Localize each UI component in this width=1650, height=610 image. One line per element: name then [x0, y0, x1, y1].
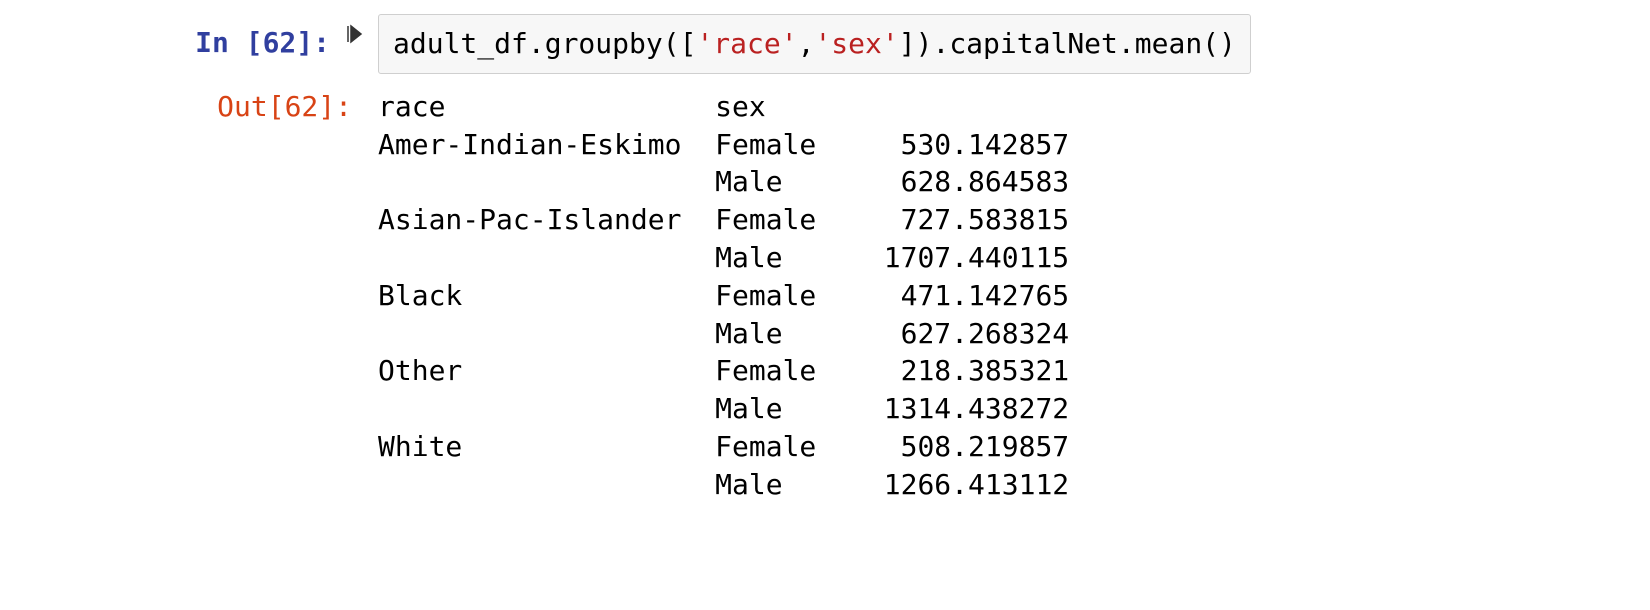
output-cell: Out[62]: race sex Amer-Indian-Eskimo Fem…	[0, 86, 1650, 504]
code-comma: ,	[798, 27, 815, 60]
output-prompt: Out[62]:	[0, 86, 370, 126]
code-seg-1: adult_df.groupby([	[393, 27, 696, 60]
code-string-1: 'race'	[696, 27, 797, 60]
code-seg-2: ]).capitalNet.mean()	[899, 27, 1236, 60]
input-cell: In [62]: adult_df.groupby(['race','sex']…	[0, 14, 1650, 74]
run-icon	[345, 24, 365, 44]
code-input[interactable]: adult_df.groupby(['race','sex']).capital…	[378, 14, 1251, 74]
output-text: race sex Amer-Indian-Eskimo Female 530.1…	[378, 86, 1069, 504]
input-prompt: In [62]:	[0, 14, 340, 62]
run-button[interactable]	[340, 14, 370, 44]
code-string-2: 'sex'	[814, 27, 898, 60]
